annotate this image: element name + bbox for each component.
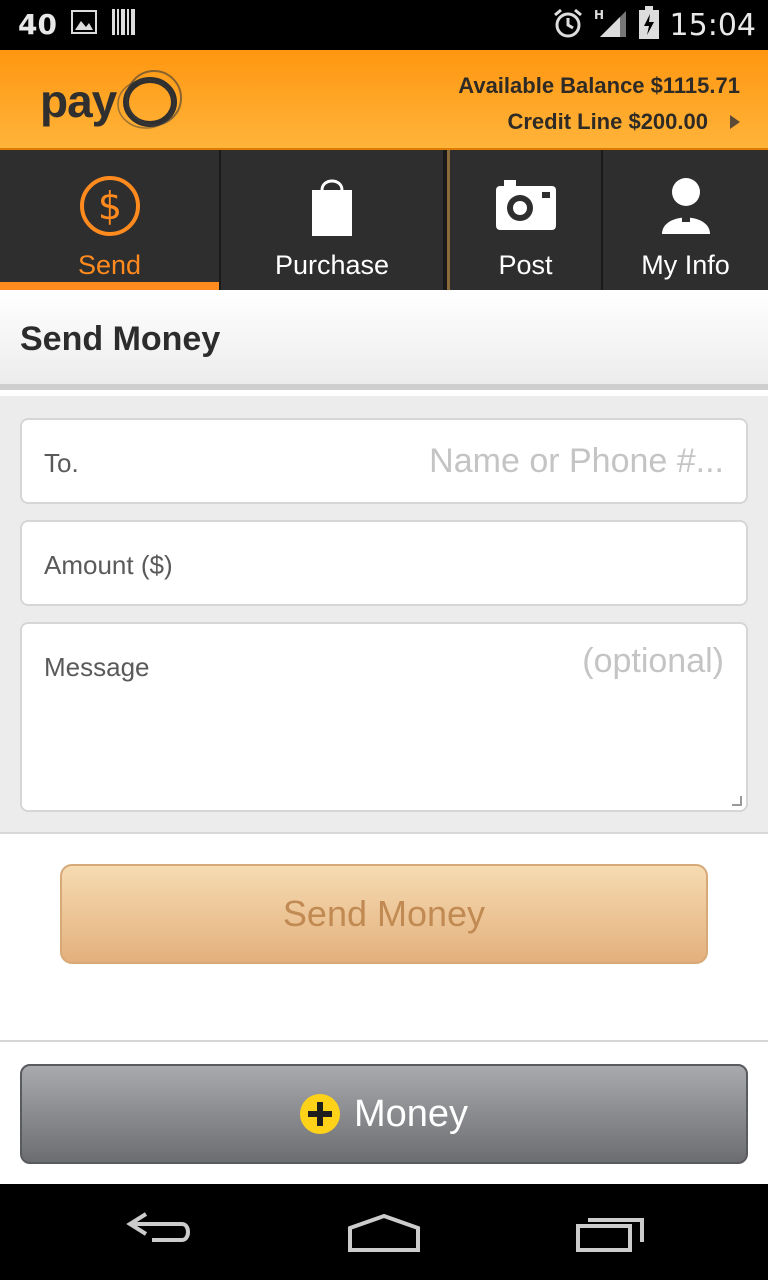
plus-icon (299, 1094, 340, 1134)
tab-bar: $ Send Purchase Post My Info (0, 150, 768, 290)
available-balance: Available Balance $1115.71 (458, 73, 740, 98)
image-icon (70, 10, 97, 39)
section-header: Send Money (0, 290, 768, 390)
send-money-label: Send Money (282, 893, 486, 934)
notification-count: 40 (18, 8, 57, 41)
tab-label: Post (498, 250, 553, 280)
send-section: Send Money (0, 834, 768, 1042)
send-money-button[interactable]: Send Money (60, 864, 708, 964)
tab-my-info[interactable]: My Info (603, 150, 768, 290)
home-icon[interactable] (346, 1212, 422, 1259)
clock: 15:04 (669, 8, 756, 43)
payo-logo: pay (40, 68, 190, 134)
to-field[interactable]: To. Name or Phone #... (20, 418, 748, 504)
svg-text:$: $ (97, 184, 121, 228)
message-label: Message (44, 652, 150, 682)
send-form: To. Name or Phone #... Amount ($) Messag… (0, 396, 768, 834)
balance-panel[interactable]: Available Balance $1115.71 Credit Line $… (458, 68, 740, 140)
to-label: To. (44, 448, 79, 478)
tab-purchase[interactable]: Purchase (221, 150, 447, 290)
back-icon[interactable] (124, 1206, 196, 1251)
status-bar: 40 H 15:04 (0, 0, 768, 50)
tab-label: Send (77, 250, 142, 280)
chevron-right-icon (730, 115, 740, 129)
signal-icon: H (594, 7, 628, 44)
user-icon (658, 174, 714, 238)
camera-icon (494, 174, 558, 238)
tab-label: My Info (641, 250, 730, 280)
recent-apps-icon[interactable] (574, 1214, 648, 1259)
amount-field[interactable]: Amount ($) (20, 520, 748, 606)
shopping-bag-icon (308, 174, 356, 238)
app-header: pay Available Balance $1115.71 Credit Li… (0, 50, 768, 150)
to-placeholder: Name or Phone #... (429, 442, 724, 480)
message-placeholder: (optional) (582, 642, 724, 680)
credit-line: Credit Line $200.00 (507, 109, 708, 134)
add-money-button[interactable]: Money (20, 1064, 748, 1164)
add-money-label: Money (353, 1092, 469, 1135)
barcode-icon (111, 8, 137, 41)
dollar-icon: $ (78, 174, 142, 238)
nav-bar (0, 1184, 768, 1280)
tab-send[interactable]: $ Send (0, 150, 221, 290)
resize-handle-icon[interactable] (732, 796, 742, 806)
tab-label: Purchase (274, 250, 390, 280)
tab-post[interactable]: Post (447, 150, 603, 290)
message-field[interactable]: Message (optional) (20, 622, 748, 812)
battery-icon (638, 6, 660, 45)
svg-text:H: H (594, 8, 604, 22)
alarm-icon (552, 7, 584, 44)
amount-label: Amount ($) (44, 550, 173, 580)
page-title: Send Money (20, 320, 221, 358)
